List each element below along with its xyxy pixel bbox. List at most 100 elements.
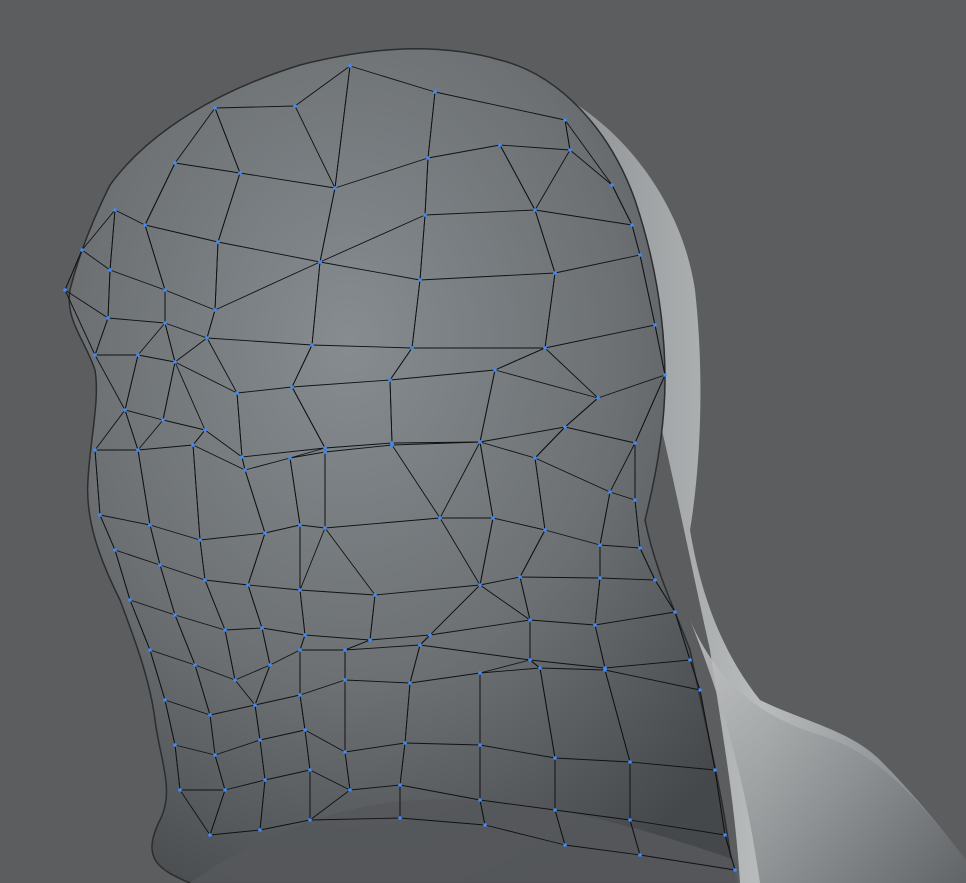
mesh-vertex[interactable] (235, 391, 239, 395)
mesh-vertex[interactable] (348, 64, 352, 68)
mesh-vertex[interactable] (563, 425, 567, 429)
mesh-vertex[interactable] (398, 816, 402, 820)
mesh-vertex[interactable] (368, 638, 372, 642)
mesh-vertex[interactable] (263, 531, 267, 535)
mesh-vertex[interactable] (418, 278, 422, 282)
mesh-vertex[interactable] (318, 260, 322, 264)
mesh-vertex[interactable] (428, 633, 432, 637)
mesh-vertex[interactable] (263, 778, 267, 782)
mesh-vertex[interactable] (478, 798, 482, 802)
mesh-vertex[interactable] (113, 208, 117, 212)
mesh-vertex[interactable] (143, 223, 147, 227)
mesh-vertex[interactable] (203, 428, 207, 432)
mesh-vertex[interactable] (93, 448, 97, 452)
mesh-vertex[interactable] (553, 808, 557, 812)
mesh-vertex[interactable] (223, 628, 227, 632)
mesh-vertex[interactable] (240, 455, 244, 459)
mesh-vertex[interactable] (298, 588, 302, 592)
mesh-vertex[interactable] (528, 658, 532, 662)
mesh-vertex[interactable] (373, 593, 377, 597)
mesh-vertex[interactable] (408, 681, 412, 685)
mesh-vertex[interactable] (638, 253, 642, 257)
mesh-vertex[interactable] (598, 576, 602, 580)
mesh-vertex[interactable] (303, 633, 307, 637)
mesh-vertex[interactable] (343, 750, 347, 754)
mesh-vertex[interactable] (673, 610, 677, 614)
mesh-vertex[interactable] (563, 843, 567, 847)
mesh-vertex[interactable] (173, 613, 177, 617)
mesh-vertex[interactable] (290, 385, 294, 389)
mesh-vertex[interactable] (308, 768, 312, 772)
mesh-vertex[interactable] (433, 90, 437, 94)
mesh-vertex[interactable] (596, 396, 600, 400)
mesh-vertex[interactable] (598, 543, 602, 547)
mesh-vertex[interactable] (593, 623, 597, 627)
mesh-vertex[interactable] (478, 671, 482, 675)
mesh-vertex[interactable] (223, 788, 227, 792)
mesh-vertex[interactable] (628, 760, 632, 764)
mesh-vertex[interactable] (203, 578, 207, 582)
3d-viewport[interactable] (0, 0, 966, 883)
mesh-vertex[interactable] (398, 783, 402, 787)
mesh-vertex[interactable] (208, 833, 212, 837)
mesh-vertex[interactable] (533, 456, 537, 460)
mesh-vertex[interactable] (688, 658, 692, 662)
mesh-vertex[interactable] (213, 753, 217, 757)
mesh-vertex[interactable] (178, 788, 182, 792)
mesh-vertex[interactable] (493, 368, 497, 372)
mesh-vertex[interactable] (483, 823, 487, 827)
mesh-vertex[interactable] (348, 788, 352, 792)
mesh-vertex[interactable] (438, 516, 442, 520)
mesh-vertex[interactable] (98, 513, 102, 517)
mesh-vertex[interactable] (403, 741, 407, 745)
mesh-vertex[interactable] (193, 663, 197, 667)
mesh-vertex[interactable] (298, 648, 302, 652)
mesh-vertex[interactable] (603, 668, 607, 672)
mesh-vertex[interactable] (268, 663, 272, 667)
mesh-vertex[interactable] (553, 271, 557, 275)
mesh-vertex[interactable] (723, 833, 727, 837)
mesh-vertex[interactable] (298, 693, 302, 697)
mesh-vertex[interactable] (478, 583, 482, 587)
mesh-vertex[interactable] (173, 743, 177, 747)
mesh-vertex[interactable] (308, 818, 312, 822)
mesh-vertex[interactable] (533, 208, 537, 212)
mesh-vertex[interactable] (498, 143, 502, 147)
mesh-vertex[interactable] (303, 728, 307, 732)
mesh-vertex[interactable] (293, 104, 297, 108)
mesh-vertex[interactable] (260, 626, 264, 630)
mesh-vertex[interactable] (63, 288, 67, 292)
mesh-vertex[interactable] (148, 648, 152, 652)
mesh-vertex[interactable] (343, 678, 347, 682)
mesh-vertex[interactable] (630, 223, 634, 227)
mesh-vertex[interactable] (638, 853, 642, 857)
mesh-vertex[interactable] (93, 353, 97, 357)
mesh-vertex[interactable] (298, 523, 302, 527)
mesh-vertex[interactable] (543, 346, 547, 350)
mesh-vertex[interactable] (128, 598, 132, 602)
mesh-vertex[interactable] (136, 448, 140, 452)
mesh-vertex[interactable] (518, 575, 522, 579)
mesh-vertex[interactable] (563, 118, 567, 122)
mesh-vertex[interactable] (388, 378, 392, 382)
mesh-vertex[interactable] (333, 186, 337, 190)
mesh-vertex[interactable] (426, 156, 430, 160)
mesh-vertex[interactable] (410, 346, 414, 350)
mesh-vertex[interactable] (553, 756, 557, 760)
mesh-vertex[interactable] (543, 528, 547, 532)
mesh-vertex[interactable] (628, 818, 632, 822)
mesh-vertex[interactable] (653, 323, 657, 327)
viewport-canvas[interactable] (0, 0, 966, 883)
mesh-vertex[interactable] (323, 446, 327, 450)
mesh-vertex[interactable] (253, 703, 257, 707)
mesh-vertex[interactable] (343, 648, 347, 652)
mesh-vertex[interactable] (243, 468, 247, 472)
mesh-vertex[interactable] (528, 618, 532, 622)
mesh-vertex[interactable] (733, 868, 737, 872)
mesh-vertex[interactable] (663, 373, 667, 377)
mesh-vertex[interactable] (698, 688, 702, 692)
mesh-vertex[interactable] (288, 456, 292, 460)
mesh-vertex[interactable] (608, 490, 612, 494)
mesh-vertex[interactable] (148, 523, 152, 527)
mesh-vertex[interactable] (208, 713, 212, 717)
